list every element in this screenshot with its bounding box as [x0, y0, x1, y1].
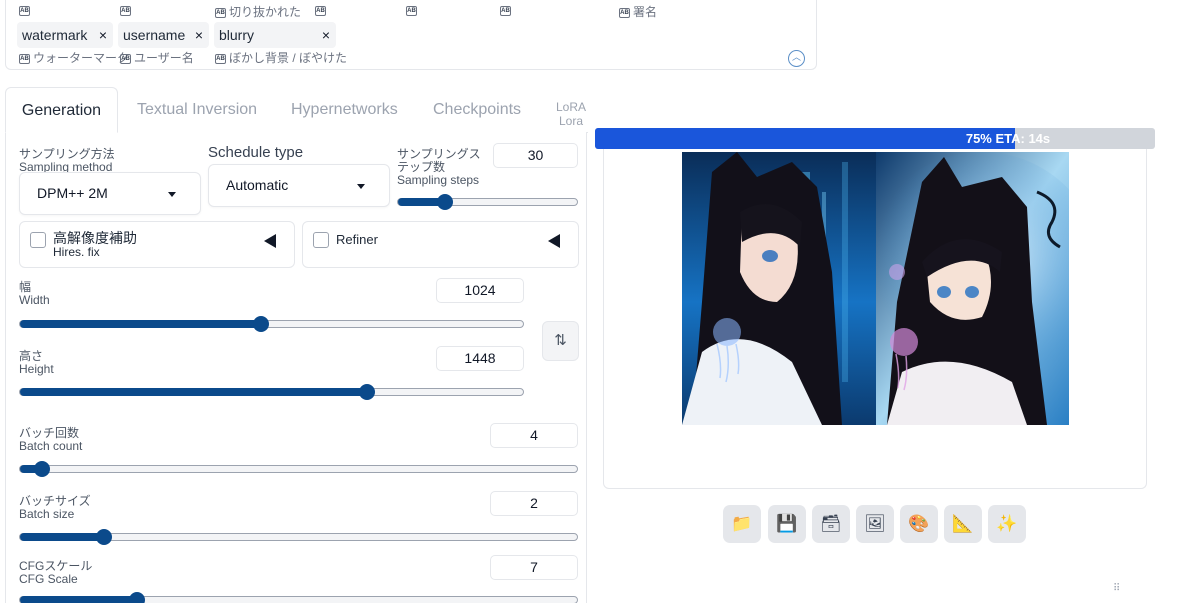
negative-prompt-tags-panel: AB AB AB 切り抜かれた AB AB AB AB 署名 watermark ×…	[5, 0, 817, 70]
translate-icon: AB	[19, 5, 30, 16]
translate-icon: AB	[215, 7, 226, 18]
refiner-checkbox[interactable]	[313, 232, 329, 248]
chevron-down-icon	[357, 184, 365, 189]
slider-handle[interactable]	[359, 384, 376, 400]
slider-handle[interactable]	[436, 194, 453, 210]
schedule-type-value: Automatic	[226, 177, 289, 193]
tab-lora-label-2: Lora	[559, 114, 584, 128]
tab-textual-inversion[interactable]: Textual Inversion	[137, 87, 257, 133]
send-to-inpaint-icon[interactable]: 🎨	[900, 505, 938, 543]
tag-translation: 署名	[633, 5, 658, 19]
translate-icon: AB	[315, 5, 326, 16]
generated-image	[682, 152, 1069, 425]
tag-translation: 切り抜かれた	[229, 5, 302, 19]
chevron-up-icon[interactable]: ︿	[788, 50, 805, 67]
generated-image-preview[interactable]	[682, 152, 1069, 425]
sampling-method-value: DPM++ 2M	[37, 185, 108, 201]
batch-count-input[interactable]: 4	[490, 423, 578, 448]
hires-fix-label: 高解像度補助 Hires. fix	[53, 230, 137, 259]
tag-chip-watermark[interactable]: watermark ×	[17, 22, 113, 48]
batch-size-slider[interactable]	[19, 529, 578, 545]
batch-count-slider[interactable]	[19, 461, 578, 477]
height-slider[interactable]	[19, 384, 524, 400]
remove-tag-icon[interactable]: ×	[322, 22, 330, 48]
swap-dimensions-icon[interactable]: ⇅	[542, 321, 579, 361]
translate-icon: AB	[619, 7, 630, 18]
translate-icon: AB	[19, 53, 30, 64]
refiner-accordion[interactable]: Refiner	[302, 221, 579, 268]
sampling-method-dropdown[interactable]: DPM++ 2M	[19, 172, 201, 215]
tag-text: username	[123, 27, 186, 43]
height-input[interactable]: 1448	[436, 346, 524, 371]
batch-size-input[interactable]: 2	[490, 491, 578, 516]
hires-fix-accordion[interactable]: 高解像度補助 Hires. fix	[19, 221, 295, 268]
schedule-type-label: Schedule type	[208, 144, 304, 161]
width-slider[interactable]	[19, 316, 524, 332]
resize-handle-icon[interactable]: ⠿	[1113, 583, 1120, 594]
tag-translation: ユーザー名	[134, 51, 194, 65]
translate-icon: AB	[500, 5, 511, 16]
refiner-label: Refiner	[336, 232, 378, 247]
translate-icon: AB	[406, 5, 417, 16]
batch-size-label: バッチサイズ Batch size	[19, 494, 91, 521]
sparkle-icon[interactable]: ✨	[988, 505, 1026, 543]
tag-translation-row: AB	[19, 3, 33, 17]
width-label: 幅 Width	[19, 280, 50, 307]
translate-icon: AB	[120, 5, 131, 16]
sampling-method-label: サンプリング方法 Sampling method	[19, 147, 115, 174]
schedule-type-dropdown[interactable]: Automatic	[208, 164, 390, 207]
translate-icon: AB	[120, 53, 131, 64]
tab-bar: Generation Textual Inversion Hypernetwor…	[5, 87, 615, 133]
cfg-scale-slider[interactable]	[19, 592, 578, 603]
save-icon[interactable]: 💾	[768, 505, 806, 543]
hires-fix-checkbox[interactable]	[30, 232, 46, 248]
batch-count-label: バッチ回数 Batch count	[19, 426, 83, 453]
tag-chip-username[interactable]: username ×	[118, 22, 209, 48]
progress-text: 75% ETA: 14s	[965, 131, 1051, 146]
sampling-steps-slider[interactable]	[397, 194, 578, 210]
send-to-extras-icon[interactable]: 📐	[944, 505, 982, 543]
tab-generation[interactable]: Generation	[5, 87, 118, 133]
tab-checkpoints[interactable]: Checkpoints	[433, 87, 521, 133]
triangle-left-icon	[548, 234, 560, 248]
folder-icon[interactable]: 📁	[723, 505, 761, 543]
generation-progress-bar: 75% ETA: 14s	[595, 128, 1155, 149]
tag-translation: ぼかし背景 / ぼやけた	[229, 51, 348, 65]
cfg-scale-input[interactable]: 7	[490, 555, 578, 580]
tab-hypernetworks[interactable]: Hypernetworks	[291, 87, 398, 133]
tab-lora-label: LoRA	[556, 100, 587, 114]
tag-text: watermark	[22, 27, 88, 43]
slider-handle[interactable]	[128, 592, 145, 603]
send-to-img2img-icon[interactable]: 🖼	[856, 505, 894, 543]
sampling-steps-label: サンプリングステップ数 Sampling steps	[397, 147, 481, 187]
zip-icon[interactable]: 🗃	[812, 505, 850, 543]
triangle-left-icon	[264, 234, 276, 248]
slider-handle[interactable]	[95, 529, 112, 545]
chevron-down-icon	[168, 192, 176, 197]
width-input[interactable]: 1024	[436, 278, 524, 303]
cfg-scale-label: CFGスケール CFG Scale	[19, 559, 93, 586]
height-label: 高さ Height	[19, 349, 54, 376]
translate-icon: AB	[215, 53, 226, 64]
remove-tag-icon[interactable]: ×	[99, 22, 107, 48]
tag-text: blurry	[219, 27, 255, 43]
sampling-steps-input[interactable]: 30	[493, 143, 578, 168]
remove-tag-icon[interactable]: ×	[195, 22, 203, 48]
tag-translation: ウォーターマーク	[33, 51, 130, 65]
tag-chip-blurry[interactable]: blurry ×	[214, 22, 336, 48]
